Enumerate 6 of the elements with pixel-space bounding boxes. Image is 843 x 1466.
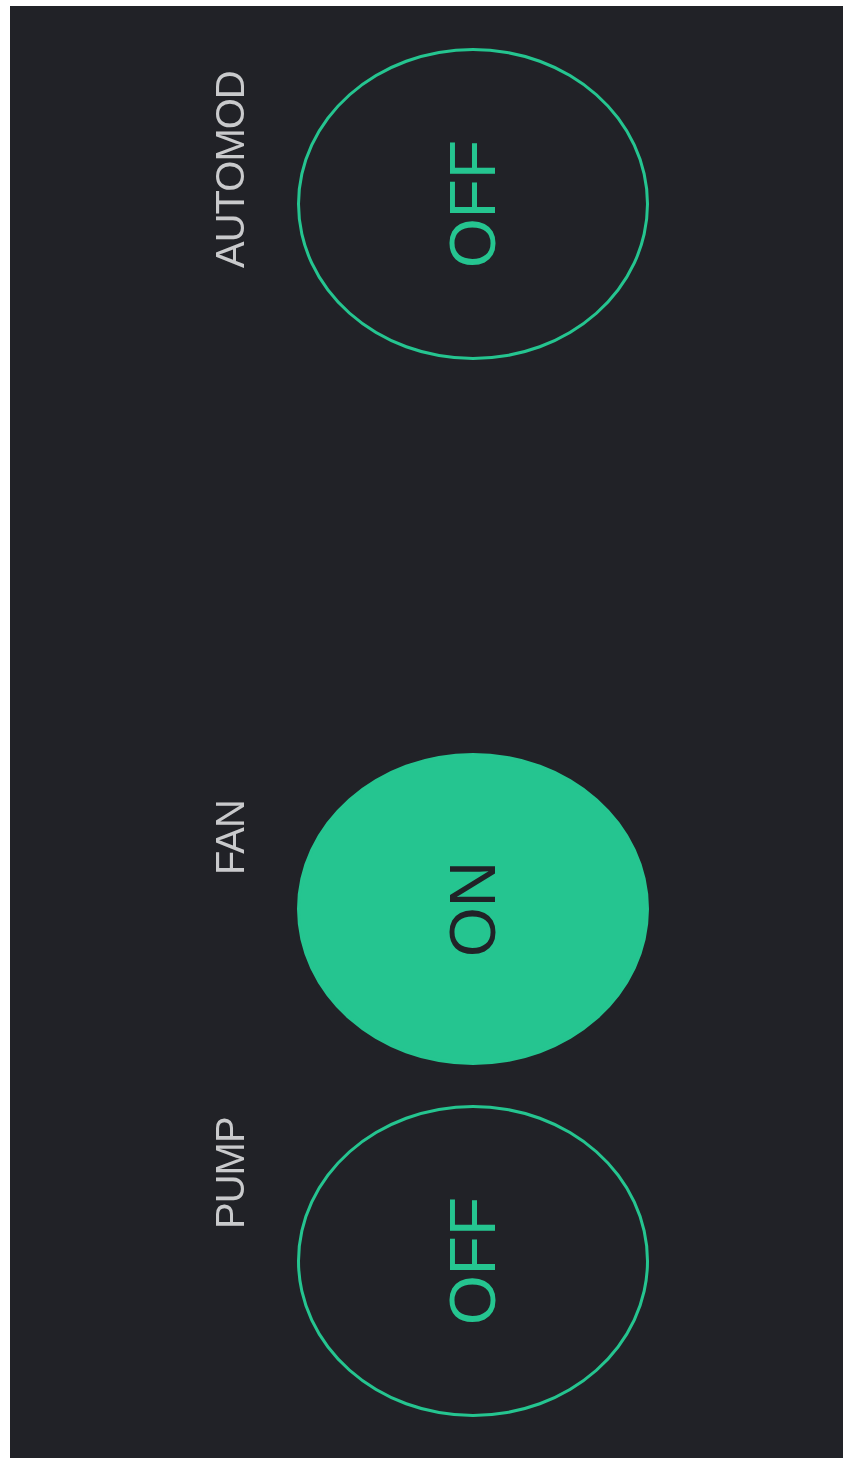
toggle-button[interactable]: OFF xyxy=(297,48,649,360)
toggle-button[interactable]: OFF xyxy=(297,1105,649,1417)
toggle-button[interactable]: ON xyxy=(297,753,649,1065)
widget-label: FAN xyxy=(210,800,250,875)
widget-label: PUMP xyxy=(210,1117,250,1229)
widget-label: AUTOMOD xyxy=(210,71,250,268)
